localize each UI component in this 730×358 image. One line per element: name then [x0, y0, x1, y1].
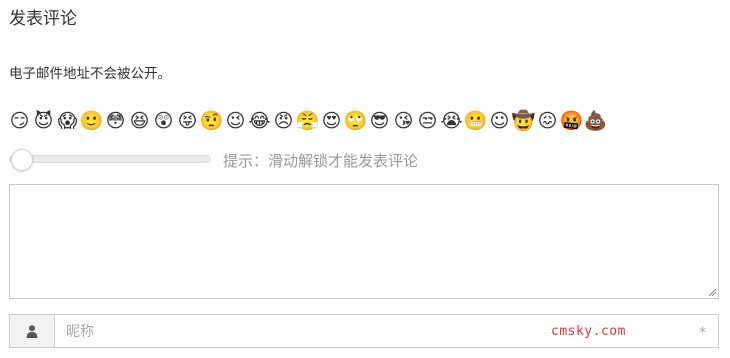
joy-emoji[interactable]: 😂	[248, 111, 270, 132]
smirk-emoji[interactable]: 😏	[9, 111, 30, 132]
comment-textarea[interactable]	[9, 184, 719, 299]
wink-emoji[interactable]: 😉	[225, 111, 246, 132]
sob-emoji[interactable]: 😭	[440, 111, 462, 132]
rolling-eyes-emoji[interactable]: 🙄	[344, 111, 368, 132]
slight-smile-emoji[interactable]: 🙂	[80, 111, 104, 132]
heart-eyes-emoji[interactable]: 😍	[321, 111, 342, 132]
confounded-emoji[interactable]: 😖	[537, 111, 558, 132]
unamused-emoji[interactable]: 😒	[417, 111, 438, 132]
unlock-slider-handle[interactable]	[11, 149, 33, 171]
nickname-placeholder: 昵称	[66, 324, 94, 340]
sunglasses-emoji[interactable]: 😎	[369, 111, 390, 132]
poop-emoji[interactable]: 💩	[584, 111, 608, 132]
user-icon-addon	[10, 315, 55, 347]
comment-form: 发表评论 电子邮件地址不会被公开。 😏 😈 😱 🙂 😳 😆 😲 😝 🤨 😉 😂 😠 😤 😍 🙄 😎 😘 😒 😭 😬 ☺ 🤠…	[0, 0, 730, 358]
raised-eyebrow-emoji[interactable]: 🤨	[200, 111, 224, 132]
unlock-slider-track[interactable]	[9, 155, 211, 163]
grimacing-emoji[interactable]: 😬	[464, 111, 488, 132]
laughing-emoji[interactable]: 😆	[129, 111, 150, 132]
relieved-emoji[interactable]: ☺	[489, 111, 510, 132]
required-asterisk: *	[699, 325, 706, 341]
kissing-heart-emoji[interactable]: 😘	[393, 111, 414, 132]
imp-emoji[interactable]: 😈	[33, 111, 54, 132]
flushed-emoji[interactable]: 😳	[105, 111, 126, 132]
comment-form-title: 发表评论	[9, 9, 77, 29]
cursing-emoji[interactable]: 🤬	[560, 111, 584, 132]
resize-grip-icon[interactable]	[708, 288, 716, 296]
astonished-emoji[interactable]: 😲	[153, 111, 174, 132]
emoji-picker: 😏 😈 😱 🙂 😳 😆 😲 😝 🤨 😉 😂 😠 😤 😍 🙄 😎 😘 😒 😭 😬 ☺ 🤠 😖 🤬 💩	[9, 111, 608, 132]
cowboy-emoji[interactable]: 🤠	[512, 111, 536, 132]
site-watermark: cmsky.com	[551, 324, 626, 339]
angry-emoji[interactable]: 😠	[273, 111, 294, 132]
scream-emoji[interactable]: 😱	[57, 111, 78, 132]
email-privacy-notice: 电子邮件地址不会被公开。	[9, 66, 171, 82]
name-field-group: 昵称 cmsky.com *	[9, 314, 719, 348]
triumph-emoji[interactable]: 😤	[296, 111, 320, 132]
user-icon	[26, 324, 38, 338]
tongue-wink-emoji[interactable]: 😝	[177, 111, 198, 132]
slider-hint-text: 提示：滑动解锁才能发表评论	[223, 152, 419, 170]
nickname-input[interactable]: 昵称 cmsky.com *	[55, 315, 718, 347]
